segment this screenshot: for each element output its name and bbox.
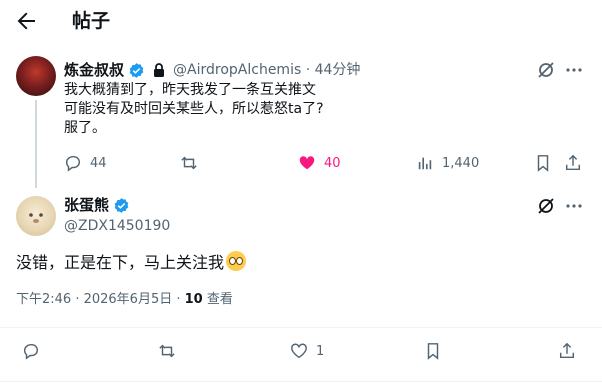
page-title: 帖子 bbox=[72, 10, 111, 32]
reply-icon bbox=[22, 342, 40, 360]
tweet-meta: 下午2:46 · 2026年6月5日 · 10 查看 bbox=[16, 290, 233, 310]
view-count: 10 bbox=[184, 292, 203, 307]
divider bbox=[0, 381, 602, 382]
tweet-line: 我大概猜到了，昨天我发了一条互关推文 bbox=[64, 82, 316, 98]
author-handle-time[interactable]: @AirdropAlchemis · 44分钟 bbox=[173, 60, 360, 80]
more-options-icon[interactable] bbox=[564, 196, 584, 216]
verified-badge-icon bbox=[113, 197, 130, 214]
author-name[interactable]: 炼金叔叔 bbox=[64, 60, 124, 80]
retweet-button[interactable] bbox=[180, 154, 198, 172]
author-handle[interactable]: @ZDX1450190 bbox=[64, 216, 170, 236]
thread-connector bbox=[35, 100, 37, 188]
tweet-line: 服了。 bbox=[64, 120, 106, 136]
author-name[interactable]: 张蛋熊 bbox=[64, 195, 109, 215]
reply-author-row: 张蛋熊 bbox=[64, 195, 130, 215]
divider bbox=[0, 327, 602, 328]
bookmark-button[interactable] bbox=[534, 154, 552, 172]
share-icon bbox=[558, 342, 576, 360]
lock-icon bbox=[151, 62, 167, 78]
reply-button[interactable] bbox=[22, 342, 40, 360]
views-count: 1,440 bbox=[442, 155, 480, 171]
views-button[interactable]: 1,440 bbox=[416, 154, 479, 172]
reply-body: 没错，正是在下，马上关注我 bbox=[16, 251, 247, 275]
avatar[interactable] bbox=[16, 56, 56, 96]
heart-filled-icon bbox=[298, 154, 316, 172]
reply-button[interactable]: 44 bbox=[64, 154, 107, 172]
reply-icon bbox=[64, 154, 82, 172]
verified-badge-icon bbox=[128, 62, 145, 79]
avatar[interactable] bbox=[16, 196, 56, 236]
like-button[interactable]: 1 bbox=[290, 342, 324, 360]
heart-icon bbox=[290, 342, 308, 360]
views-label: 查看 bbox=[202, 292, 233, 307]
bookmark-icon bbox=[424, 342, 442, 360]
tweet-body: 我大概猜到了，昨天我发了一条互关推文 可能没有及时回关某些人，所以惹怒ta了? … bbox=[64, 81, 564, 138]
tweet-author-row: 炼金叔叔 @AirdropAlchemis · 44分钟 bbox=[64, 60, 360, 80]
more-options-icon[interactable] bbox=[564, 60, 584, 80]
retweet-icon bbox=[180, 154, 198, 172]
bookmark-button[interactable] bbox=[424, 342, 442, 360]
bookmark-icon bbox=[534, 154, 552, 172]
back-arrow-icon[interactable] bbox=[14, 9, 38, 33]
like-button[interactable]: 40 bbox=[298, 154, 341, 172]
views-chart-icon bbox=[416, 154, 434, 172]
like-count: 1 bbox=[316, 343, 325, 359]
share-button[interactable] bbox=[558, 342, 576, 360]
like-count: 40 bbox=[324, 155, 341, 171]
timestamp[interactable]: 下午2:46 · 2026年6月5日 · bbox=[16, 292, 185, 307]
tweet-line: 可能没有及时回关某些人，所以惹怒ta了? bbox=[64, 101, 324, 117]
top-bar: 帖子 bbox=[0, 0, 602, 42]
pleading-face-emoji bbox=[226, 251, 247, 271]
retweet-icon bbox=[158, 342, 176, 360]
reply-count: 44 bbox=[90, 155, 107, 171]
grok-icon[interactable] bbox=[536, 196, 556, 216]
reply-text: 没错，正是在下，马上关注我 bbox=[16, 253, 225, 272]
retweet-button[interactable] bbox=[158, 342, 176, 360]
grok-icon[interactable] bbox=[536, 60, 556, 80]
share-button[interactable] bbox=[564, 154, 582, 172]
share-icon bbox=[564, 154, 582, 172]
